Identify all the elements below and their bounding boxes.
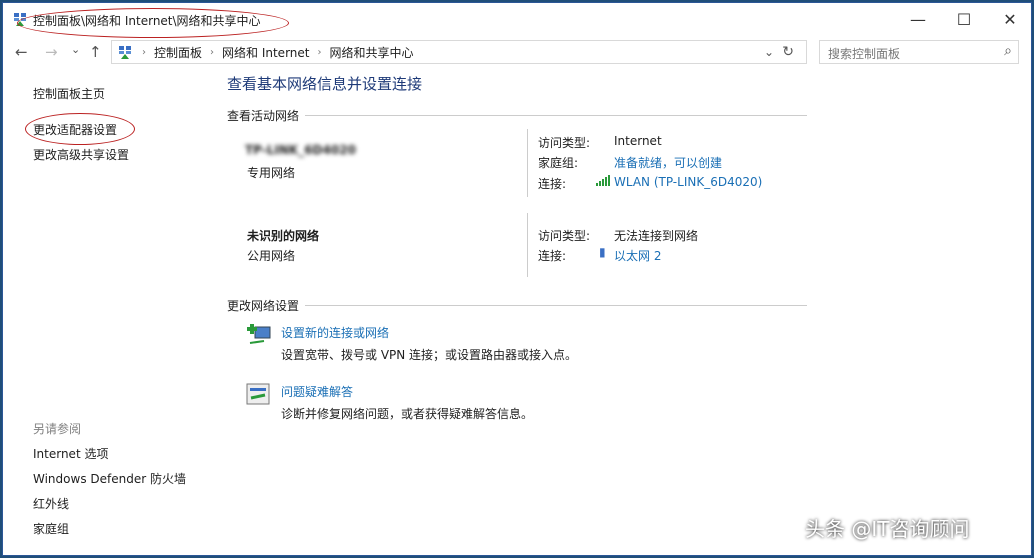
wlan-connection-link[interactable]: WLAN (TP-LINK_6D4020) (614, 175, 762, 189)
address-dropdown-button[interactable]: ⌄ (764, 45, 774, 59)
network-type: 公用网络 (247, 249, 296, 263)
connection-label: 连接: (538, 249, 567, 263)
search-icon: ⌕ (1004, 43, 1012, 59)
troubleshoot-link[interactable]: 问题疑难解答 (281, 383, 353, 400)
chevron-right-icon: › (142, 46, 146, 58)
access-type-value: 无法连接到网络 (614, 229, 699, 243)
minimize-button[interactable]: — (895, 7, 941, 33)
divider (527, 129, 528, 197)
back-button[interactable]: ← (15, 43, 28, 61)
section-label: 查看活动网络 (227, 109, 300, 123)
page-title: 查看基本网络信息并设置连接 (227, 75, 423, 93)
chevron-right-icon: › (210, 46, 215, 58)
wifi-signal-icon (596, 175, 610, 186)
section-label: 更改网络设置 (227, 299, 300, 313)
setup-new-connection-link[interactable]: 设置新的连接或网络 (281, 324, 389, 341)
divider (527, 213, 528, 277)
task-description: 设置宽带、拨号或 VPN 连接；或设置路由器或接入点。 (281, 348, 578, 362)
see-also-homegroup[interactable]: 家庭组 (33, 520, 69, 537)
see-also-heading: 另请参阅 (33, 422, 82, 436)
control-panel-icon (119, 46, 131, 59)
access-type-value: Internet (614, 134, 662, 148)
see-also-infrared[interactable]: 红外线 (33, 495, 69, 512)
navigation-bar: ← → ⌄ ↑ › 控制面板 › 网络和 Internet › 网络和共享中心 … (3, 39, 1031, 67)
new-connection-icon (247, 324, 271, 344)
connection-label: 连接: (538, 177, 567, 191)
network-type: 专用网络 (247, 166, 296, 180)
refresh-button[interactable]: ↻ (782, 44, 794, 60)
recent-locations-button[interactable]: ⌄ (71, 43, 80, 56)
troubleshoot-icon (246, 383, 270, 405)
homegroup-label: 家庭组: (538, 156, 579, 170)
network-name: TP-LINK_6D4020 (245, 143, 356, 157)
title-bar: 控制面板\网络和 Internet\网络和共享中心 — ☐ ✕ (3, 3, 1033, 38)
maximize-button[interactable]: ☐ (941, 7, 987, 33)
breadcrumb-control-panel[interactable]: 控制面板 (154, 44, 202, 61)
breadcrumb-network-internet[interactable]: 网络和 Internet (222, 44, 309, 61)
see-also-internet-options[interactable]: Internet 选项 (33, 445, 108, 462)
search-placeholder: 搜索控制面板 (828, 47, 901, 61)
sidebar-item-advanced-sharing[interactable]: 更改高级共享设置 (33, 146, 129, 163)
annotation-ellipse (17, 8, 289, 38)
ethernet-icon: ▮ (599, 245, 606, 259)
access-type-label: 访问类型: (538, 229, 591, 243)
window: 控制面板\网络和 Internet\网络和共享中心 — ☐ ✕ ← → ⌄ ↑ … (2, 2, 1032, 556)
breadcrumb-sharing-center[interactable]: 网络和共享中心 (329, 44, 413, 61)
homegroup-link[interactable]: 准备就绪，可以创建 (614, 154, 722, 171)
close-button[interactable]: ✕ (987, 7, 1033, 33)
forward-button[interactable]: → (45, 43, 58, 61)
ethernet-connection-link[interactable]: 以太网 2 (614, 247, 661, 264)
sidebar-item-home[interactable]: 控制面板主页 (33, 85, 105, 102)
annotation-ellipse (25, 113, 135, 145)
watermark: 头条 @IT咨询顾问 (805, 517, 970, 541)
active-networks-heading: 查看活动网络 (227, 107, 807, 124)
chevron-right-icon: › (317, 46, 322, 58)
see-also-firewall[interactable]: Windows Defender 防火墙 (33, 470, 186, 487)
change-settings-heading: 更改网络设置 (227, 297, 807, 314)
up-button[interactable]: ↑ (89, 43, 102, 61)
task-description: 诊断并修复网络问题，或者获得疑难解答信息。 (281, 407, 534, 421)
network-name: 未识别的网络 (247, 229, 320, 243)
search-input[interactable]: 搜索控制面板 ⌕ (819, 40, 1019, 64)
address-bar[interactable]: › 控制面板 › 网络和 Internet › 网络和共享中心 ⌄ ↻ (111, 40, 807, 64)
access-type-label: 访问类型: (538, 136, 591, 150)
